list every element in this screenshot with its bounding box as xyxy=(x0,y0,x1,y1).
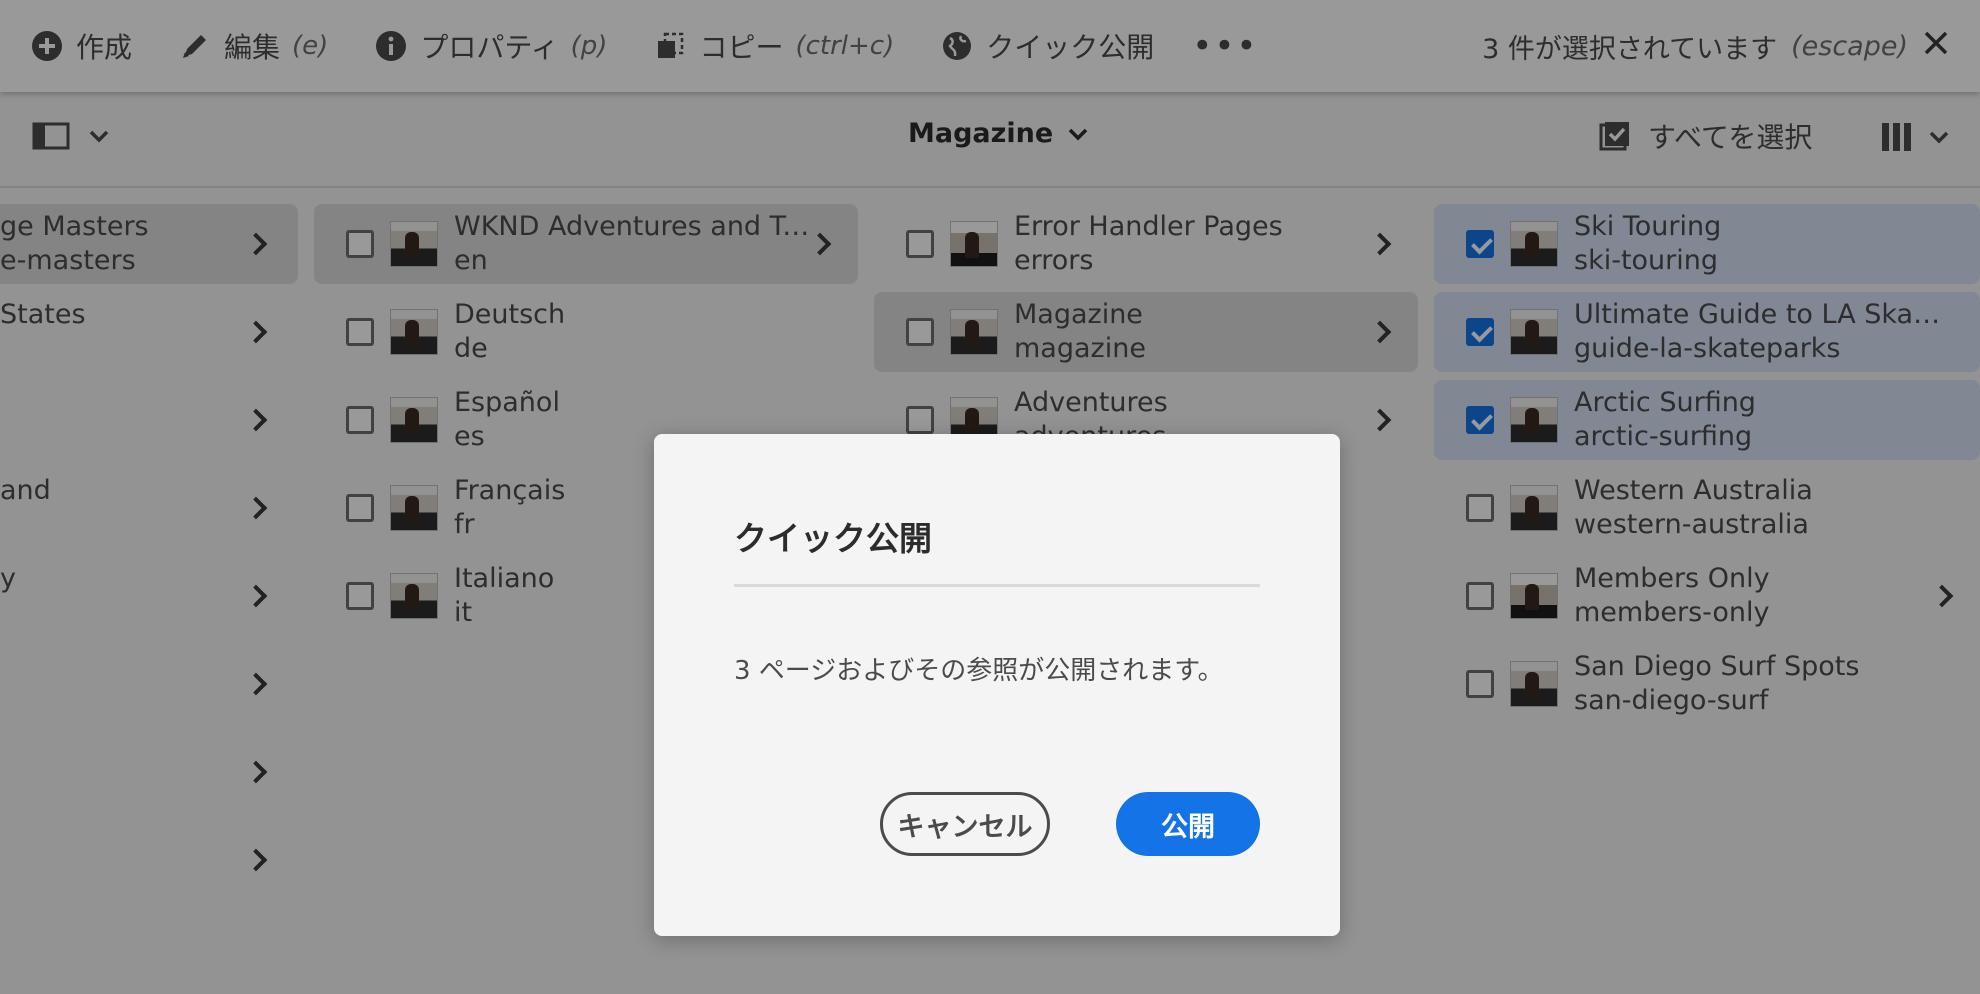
dialog-title: クイック公開 xyxy=(734,519,932,558)
publish-button[interactable]: 公開 xyxy=(1116,792,1260,856)
dialog-message: 3 ページおよびその参照が公開されます。 xyxy=(734,656,1224,686)
quick-publish-dialog: クイック公開 3 ページおよびその参照が公開されます。 キャンセル 公開 xyxy=(654,434,1340,936)
dialog-divider xyxy=(734,584,1260,587)
cancel-button[interactable]: キャンセル xyxy=(880,792,1050,856)
